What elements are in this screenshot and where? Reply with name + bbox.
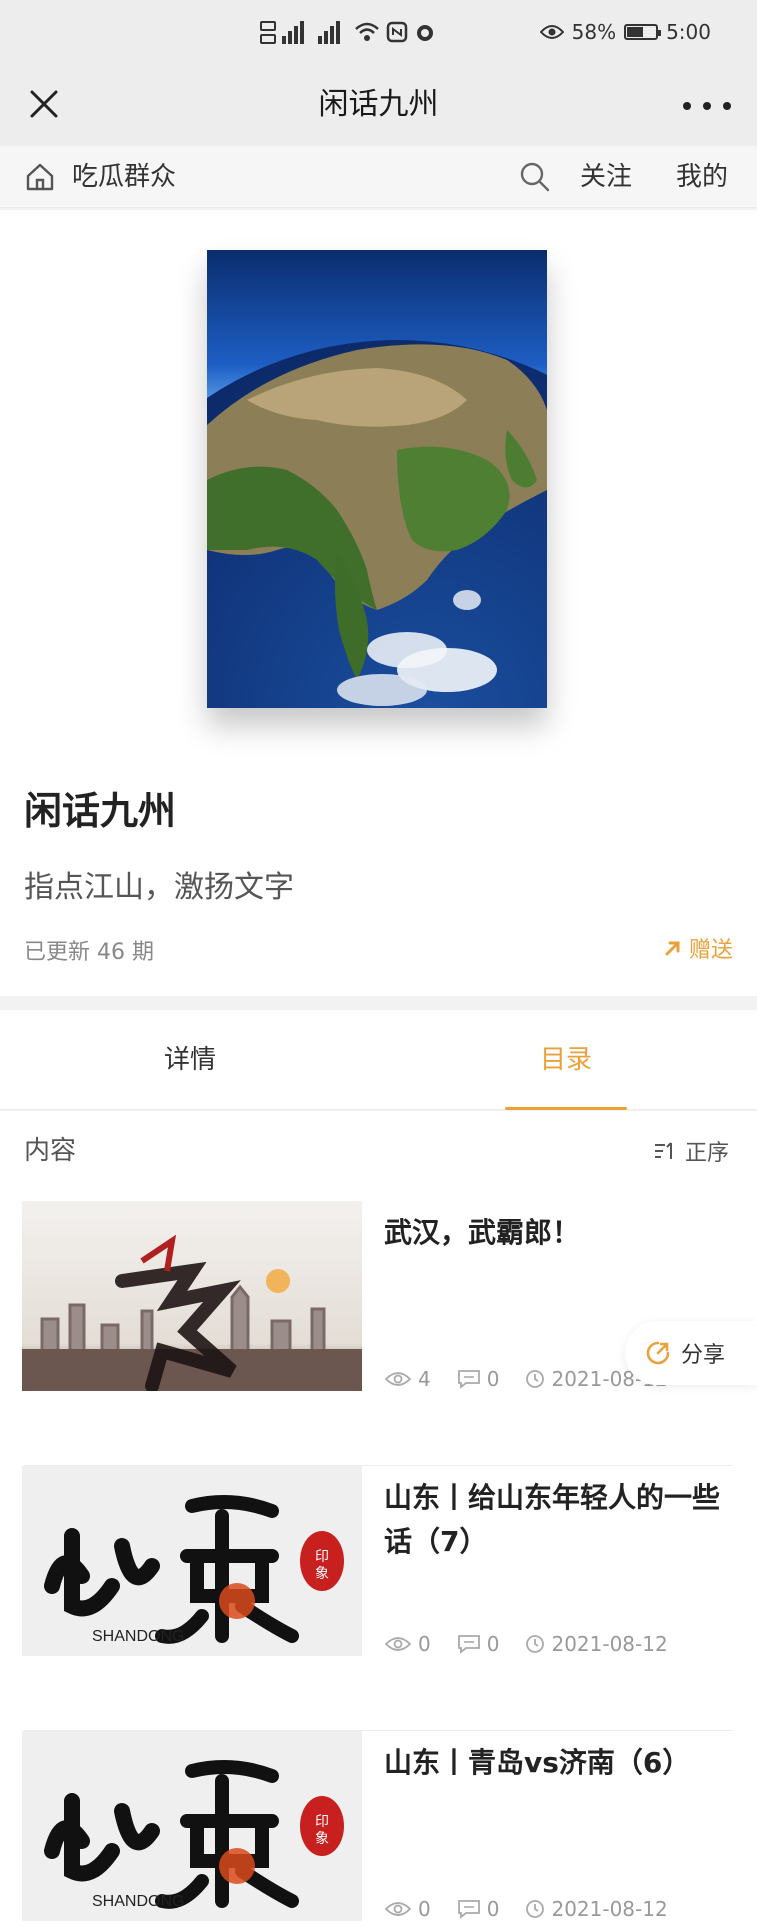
more-icon[interactable]: [683, 94, 731, 118]
list-item[interactable]: 印 象 SHANDONG 山东丨给山东年轻人的一些话（7） 0 0 2021-0…: [0, 1466, 757, 1731]
eye-icon: [384, 1372, 412, 1386]
clock-icon: [526, 1900, 545, 1918]
share-icon: [646, 1341, 670, 1365]
eye-icon: [539, 25, 564, 39]
clock-icon: [526, 1370, 545, 1388]
item-title[interactable]: 山东丨青岛vs济南（6）: [384, 1741, 724, 1785]
battery-fill: [627, 27, 644, 37]
comment-icon: [457, 1635, 480, 1654]
nfc-icon: [386, 21, 408, 43]
magazine-description: 指点江山，激扬文字: [24, 870, 294, 905]
item-title[interactable]: 武汉，武霸郎！: [384, 1211, 724, 1255]
comment-count: 0: [486, 1367, 500, 1391]
content-header: 内容: [24, 1136, 77, 1166]
comment-icon: [457, 1900, 480, 1919]
item-date: 2021-08-12: [551, 1632, 668, 1656]
thumbnail-shandong: 印 象 SHANDONG: [22, 1731, 362, 1921]
status-bar: 58% 5:00: [0, 0, 757, 64]
clock-icon: [526, 1635, 545, 1653]
sort-label: 正序: [684, 1141, 729, 1166]
signal-icon: [282, 20, 312, 44]
battery-icon: [624, 24, 662, 40]
sim-icon: [260, 20, 276, 44]
eye-icon: [384, 1902, 412, 1916]
item-meta: 4 0 2021-08-12: [384, 1367, 668, 1391]
tab-bar: 详情 目录: [0, 1010, 757, 1110]
svg-text:SHANDONG: SHANDONG: [92, 1628, 184, 1645]
wifi-icon: [355, 22, 379, 41]
follow-link[interactable]: 关注: [580, 146, 632, 208]
thumbnail-shandong: 印 象 SHANDONG: [22, 1466, 362, 1656]
magazine-header: 闲话九州 指点江山，激扬文字 已更新 46 期 赠送: [0, 210, 757, 996]
gift-button[interactable]: 赠送: [663, 932, 733, 964]
item-meta: 0 0 2021-08-12: [384, 1632, 668, 1656]
item-meta: 0 0 2021-08-12: [384, 1897, 668, 1921]
svg-text:印: 印: [315, 1549, 329, 1565]
update-count: 已更新 46 期: [24, 940, 154, 965]
view-count: 4: [418, 1367, 431, 1391]
share-button[interactable]: 分享: [625, 1321, 757, 1385]
signal-indicators: [260, 14, 436, 50]
comment-count: 0: [486, 1897, 500, 1921]
svg-text:象: 象: [315, 1831, 329, 1847]
search-icon[interactable]: [518, 160, 552, 194]
clock: 5:00: [666, 20, 711, 44]
item-title[interactable]: 山东丨给山东年轻人的一些话（7）: [384, 1476, 724, 1564]
sub-nav: 吃瓜群众 关注 我的: [0, 146, 757, 208]
svg-text:印: 印: [315, 1814, 329, 1830]
view-count: 0: [418, 1632, 431, 1656]
arrow-up-right-icon: [665, 941, 680, 956]
eye-icon: [384, 1637, 412, 1651]
comment-icon: [457, 1370, 480, 1389]
alarm-icon: [417, 25, 433, 41]
svg-text:象: 象: [315, 1566, 329, 1582]
mine-link[interactable]: 我的: [676, 146, 728, 208]
gift-label: 赠送: [688, 938, 733, 963]
sort-toggle[interactable]: 正序: [653, 1111, 729, 1191]
status-right: 58% 5:00: [539, 14, 711, 50]
home-link[interactable]: 吃瓜群众: [72, 146, 176, 208]
share-label: 分享: [681, 1343, 726, 1368]
comment-count: 0: [486, 1632, 500, 1656]
item-date: 2021-08-12: [551, 1897, 668, 1921]
cover-image: [207, 250, 547, 708]
nav-bar: 闲话九州: [0, 64, 757, 146]
home-icon[interactable]: [24, 161, 56, 193]
svg-text:SHANDONG: SHANDONG: [92, 1893, 184, 1910]
content-list: 内容 正序 武汉，武霸郎！ 4 0 2021-08-12 印 象 SHANDON…: [0, 1111, 757, 1929]
battery-percent: 58%: [571, 20, 617, 44]
sort-icon: [654, 1142, 672, 1159]
page-title: 闲话九州: [318, 87, 439, 122]
tab-detail[interactable]: 详情: [40, 1010, 340, 1110]
tab-toc[interactable]: 目录: [416, 1010, 716, 1110]
magazine-title: 闲话九州: [24, 789, 177, 833]
thumbnail-wuhan: [22, 1201, 362, 1391]
list-item[interactable]: 印 象 SHANDONG 山东丨青岛vs济南（6） 0 0 2021-08-12: [0, 1731, 757, 1929]
view-count: 0: [418, 1897, 431, 1921]
signal-icon-2: [318, 20, 348, 44]
tab-active-indicator: [505, 1107, 627, 1110]
